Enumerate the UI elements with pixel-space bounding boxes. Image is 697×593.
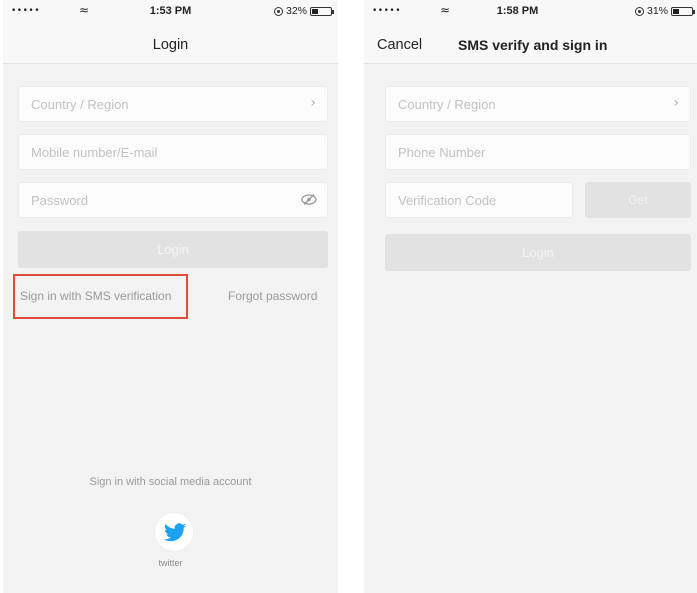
login-button[interactable]: Login bbox=[18, 231, 328, 268]
orientation-lock-icon bbox=[273, 6, 283, 16]
login-screen: ••••• ≈ 1:53 PM 32% Login Country / Regi… bbox=[3, 0, 338, 593]
country-region-placeholder: Country / Region bbox=[398, 97, 496, 112]
navigation-bar: Login bbox=[3, 24, 338, 64]
account-placeholder: Mobile number/E-mail bbox=[31, 145, 158, 160]
cancel-button[interactable]: Cancel bbox=[377, 37, 422, 53]
battery-percent: 31% bbox=[646, 5, 668, 17]
page-title: SMS verify and sign in bbox=[458, 37, 608, 53]
forgot-password-link[interactable]: Forgot password bbox=[228, 289, 317, 303]
battery-group: 31% bbox=[634, 5, 695, 17]
get-code-button[interactable]: Get bbox=[585, 182, 691, 218]
sms-verification-link[interactable]: Sign in with SMS verification bbox=[20, 289, 171, 303]
status-bar: ••••• ≈ 1:53 PM 32% bbox=[3, 0, 338, 24]
chevron-right-icon: › bbox=[310, 95, 316, 111]
battery-icon bbox=[671, 6, 695, 16]
password-input[interactable]: Password bbox=[18, 182, 328, 218]
phone-number-placeholder: Phone Number bbox=[398, 145, 486, 160]
battery-group: 32% bbox=[273, 5, 334, 17]
status-bar: ••••• ≈ 1:58 PM 31% bbox=[364, 0, 697, 24]
social-login-title: Sign in with social media account bbox=[89, 476, 252, 488]
twitter-icon bbox=[164, 523, 186, 542]
battery-fill bbox=[673, 8, 680, 14]
phone-number-input[interactable]: Phone Number bbox=[385, 134, 691, 170]
navigation-bar: Cancel SMS verify and sign in bbox=[364, 24, 697, 64]
country-region-placeholder: Country / Region bbox=[31, 97, 129, 112]
twitter-login-button[interactable] bbox=[154, 512, 194, 552]
eye-slash-icon[interactable] bbox=[301, 194, 317, 205]
country-region-field[interactable]: Country / Region › bbox=[18, 86, 328, 122]
account-input[interactable]: Mobile number/E-mail bbox=[18, 134, 328, 170]
chevron-right-icon: › bbox=[673, 95, 679, 111]
verification-code-placeholder: Verification Code bbox=[398, 193, 497, 208]
country-region-field[interactable]: Country / Region › bbox=[385, 86, 691, 122]
password-placeholder: Password bbox=[31, 193, 89, 208]
battery-percent: 32% bbox=[285, 5, 307, 17]
login-button[interactable]: Login bbox=[385, 234, 691, 271]
battery-fill bbox=[312, 8, 319, 14]
sms-verify-screen: ••••• ≈ 1:58 PM 31% Cancel SMS verify an… bbox=[364, 0, 697, 593]
page-title: Login bbox=[152, 37, 189, 53]
battery-icon bbox=[310, 6, 334, 16]
orientation-lock-icon bbox=[634, 6, 644, 16]
verification-code-input[interactable]: Verification Code bbox=[385, 182, 573, 218]
twitter-label: twitter bbox=[158, 558, 183, 568]
